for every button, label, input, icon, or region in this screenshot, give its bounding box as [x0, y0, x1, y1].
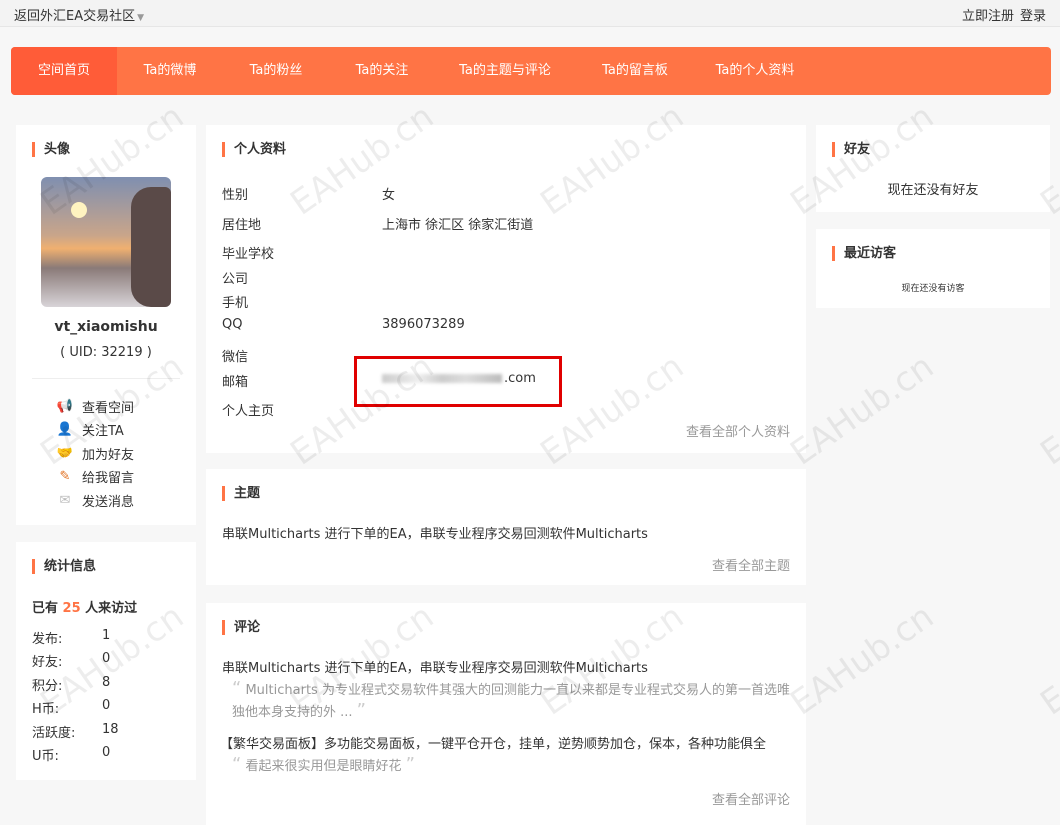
close-quote-icon: ” [356, 700, 366, 721]
follow-user-icon: 👤 [56, 422, 74, 437]
send-message-link[interactable]: ✉ 发送消息 [56, 491, 134, 510]
tab-following[interactable]: Ta的关注 [329, 47, 435, 95]
tab-fans[interactable]: Ta的粉丝 [223, 47, 329, 95]
stat-friends: 好友: 0 [32, 651, 111, 670]
person-shape [131, 187, 171, 307]
view-space-link[interactable]: 📢 查看空间 [56, 397, 134, 416]
visitors-card: 最近访客 现在还没有访客 [816, 229, 1050, 308]
open-quote-icon: “ [232, 678, 242, 699]
handshake-icon: 🤝 [56, 446, 74, 461]
login-link[interactable]: 登录 [1020, 9, 1046, 24]
comment-quote: “ Multicharts 为专业程式交易软件其强大的回测能力一直以来都是专业程… [232, 678, 790, 721]
profile-row-phone: 手机 [222, 296, 249, 311]
stat-h-coin: H币: 0 [32, 698, 111, 717]
tab-profile[interactable]: Ta的个人资料 [695, 47, 815, 95]
comment-thread-link[interactable]: 串联Multicharts 进行下单的EA，串联专业程序交易回测软件Multic… [222, 657, 648, 676]
watermark: EAHub.cn [1033, 596, 1060, 724]
stat-posts: 发布: 1 [32, 628, 111, 647]
close-quote-icon: ” [405, 754, 415, 775]
stat-points: 积分: 8 [32, 675, 111, 694]
sun-shape [71, 202, 87, 218]
register-link[interactable]: 立即注册 [962, 9, 1014, 24]
tab-guestbook[interactable]: Ta的留言板 [575, 47, 695, 95]
friends-card: 好友 现在还没有好友 [816, 125, 1050, 212]
follow-link[interactable]: 👤 关注TA [56, 420, 124, 439]
caret-down-icon: ▼ [137, 13, 145, 23]
topics-title: 主题 [222, 486, 260, 501]
watermark: EAHub.cn [1033, 346, 1060, 474]
visit-count-text: 已有 25 人来访过 [32, 597, 137, 616]
profile-row-qq: QQ 3896073289 [222, 317, 465, 332]
profile-row-residence: 居住地 上海市 徐汇区 徐家汇街道 [222, 218, 534, 233]
visit-prefix: 已有 [32, 601, 59, 616]
friends-title: 好友 [832, 142, 870, 157]
divider [32, 378, 180, 379]
profile-row-homepage: 个人主页 [222, 404, 275, 419]
avatar-card-title: 头像 [32, 142, 70, 157]
profile-row-school: 毕业学校 [222, 247, 275, 262]
watermark: EAHub.cn [783, 346, 942, 474]
view-all-topics-link[interactable]: 查看全部主题 [712, 555, 790, 574]
topics-card: 主题 串联Multicharts 进行下单的EA，串联专业程序交易回测软件Mul… [206, 469, 806, 585]
watermark: EAHub.cn [783, 596, 942, 724]
tab-home[interactable]: 空间首页 [11, 47, 117, 95]
username: vt_xiaomishu [54, 319, 158, 335]
open-quote-icon: “ [232, 754, 242, 775]
uid: ( UID: 32219 ) [60, 345, 152, 360]
stats-title: 统计信息 [32, 559, 96, 574]
add-friend-link[interactable]: 🤝 加为好友 [56, 444, 134, 463]
profile-row-company: 公司 [222, 272, 249, 287]
pencil-icon: ✎ [59, 469, 71, 484]
back-to-community-link[interactable]: 返回外汇EA交易社区 ▼ [14, 5, 144, 24]
action-label: 发送消息 [82, 495, 135, 510]
visit-suffix: 人来访过 [85, 601, 138, 616]
tab-topics-comments[interactable]: Ta的主题与评论 [435, 47, 575, 95]
megaphone-icon: 📢 [56, 399, 74, 414]
comments-title: 评论 [222, 620, 260, 635]
avatar[interactable] [41, 177, 171, 307]
avatar-card: 头像 vt_xiaomishu ( UID: 32219 ) 📢 查看空间 👤 关注… [16, 125, 196, 525]
highlight-box [354, 356, 562, 407]
profile-row-wechat: 微信 [222, 350, 249, 365]
topic-link[interactable]: 串联Multicharts 进行下单的EA，串联专业程序交易回测软件Multic… [222, 523, 648, 542]
action-label: 关注TA [82, 424, 124, 439]
action-label: 加为好友 [82, 448, 135, 463]
view-all-comments-link[interactable]: 查看全部评论 [712, 789, 790, 808]
tab-weibo[interactable]: Ta的微博 [117, 47, 223, 95]
stat-u-coin: U币: 0 [32, 745, 111, 764]
stat-activity: 活跃度: 18 [32, 722, 119, 741]
action-label: 给我留言 [82, 471, 135, 486]
visitors-title: 最近访客 [832, 246, 896, 261]
comment-thread-link[interactable]: 【繁华交易面板】多功能交易面板，一键平仓开仓，挂单，逆势顺势加仓，保本，各种功能… [220, 733, 766, 752]
visit-count: 25 [62, 601, 81, 616]
friends-empty: 现在还没有好友 [887, 183, 979, 198]
view-all-profile-link[interactable]: 查看全部个人资料 [686, 421, 790, 440]
comment-quote: “ 看起来很实用但是眼睛好花 ” [232, 754, 415, 775]
profile-row-gender: 性别女 [222, 188, 396, 203]
space-nav: 空间首页 Ta的微博 Ta的粉丝 Ta的关注 Ta的主题与评论 Ta的留言板 T… [11, 47, 1051, 95]
stats-card: 统计信息 已有 25 人来访过 发布: 1 好友: 0 积分: 8 H币: 0 活跃度:… [16, 542, 196, 780]
visitors-empty: 现在还没有访客 [901, 284, 965, 294]
envelope-icon: ✉ [59, 493, 71, 508]
leave-message-link[interactable]: ✎ 给我留言 [56, 467, 134, 486]
profile-title: 个人资料 [222, 142, 286, 157]
profile-row-email: 邮箱 .com [222, 371, 536, 390]
back-label: 返回外汇EA交易社区 [14, 9, 136, 24]
profile-card: 个人资料 性别女 居住地 上海市 徐汇区 徐家汇街道 毕业学校 公司 手机 QQ 3… [206, 125, 806, 453]
comments-card: 评论 串联Multicharts 进行下单的EA，串联专业程序交易回测软件Mul… [206, 603, 806, 825]
top-bar: 返回外汇EA交易社区 ▼ 立即注册 登录 [0, 0, 1060, 27]
action-label: 查看空间 [82, 401, 135, 416]
